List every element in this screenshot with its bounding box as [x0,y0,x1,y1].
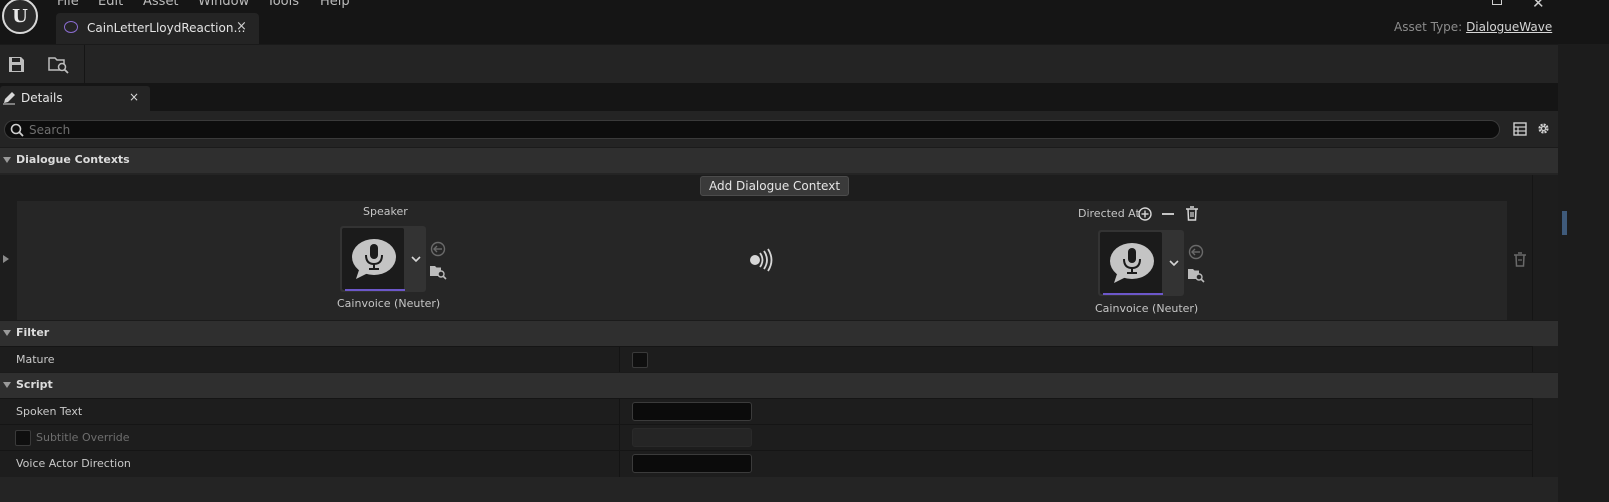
use-selected-asset-icon[interactable] [430,241,446,257]
section-title: Dialogue Contexts [16,153,130,166]
directed-at-header: Directed At [1078,207,1140,220]
maximize-icon[interactable] [1492,0,1502,5]
search-input[interactable] [29,121,1429,138]
expand-arrow-icon[interactable] [3,255,9,263]
property-row-subtitle-override: Subtitle Override [0,424,1532,450]
menu-edit[interactable]: Edit [98,0,123,9]
settings-gear-icon[interactable] [1536,121,1551,136]
delete-context-icon[interactable] [1513,252,1527,267]
details-tab-label: Details [21,91,63,105]
asset-type-underline [345,289,405,291]
details-close-icon[interactable]: × [129,90,139,104]
remove-minus-icon[interactable] [1161,207,1175,221]
voice-actor-direction-field[interactable] [632,454,752,473]
collapse-arrow-icon[interactable] [3,382,11,388]
property-row-voice-actor-direction: Voice Actor Direction [0,450,1532,477]
column-divider [619,399,620,424]
collapse-arrow-icon[interactable] [3,330,11,336]
column-divider [619,347,620,372]
search-box[interactable] [4,120,1500,139]
add-dialogue-context-button[interactable]: Add Dialogue Context [700,176,849,196]
toolbar-separator [84,45,85,84]
browse-to-asset-icon[interactable] [48,55,70,75]
property-row-spoken-text: Spoken Text [0,398,1532,424]
asset-type-link[interactable]: DialogueWave [1466,20,1552,34]
speaker-name: Cainvoice (Neuter) [337,297,441,310]
trash-icon[interactable] [1185,206,1199,221]
pencil-icon [3,92,15,105]
browse-asset-icon[interactable] [429,264,447,280]
subtitle-override-label: Subtitle Override [36,431,130,444]
asset-type-indicator: Asset Type: DialogueWave [1394,20,1552,34]
toolbar [0,44,1558,84]
chevron-down-icon[interactable] [406,226,426,292]
spoken-text-label: Spoken Text [16,405,83,418]
row-gutter [1532,398,1558,477]
details-tab[interactable]: Details × [0,86,150,111]
section-title: Filter [16,326,50,339]
use-selected-asset-icon[interactable] [1188,244,1204,260]
menu-file[interactable]: File [57,0,79,9]
directed-at-asset-picker[interactable] [1098,230,1184,296]
collapse-arrow-icon[interactable] [3,157,11,163]
section-dialogue-contexts[interactable]: Dialogue Contexts [0,147,1558,173]
scrollbar-thumb[interactable] [1562,211,1567,235]
microphone-icon [352,239,396,279]
panel-footer [0,477,1558,502]
menu-help[interactable]: Help [320,0,350,9]
subtitle-override-field [632,428,752,447]
details-tab-bar: Details × [0,83,1558,111]
column-divider [619,451,620,477]
asset-tab[interactable]: CainLetterLloydReaction… × [56,13,259,44]
chevron-down-icon[interactable] [1164,230,1184,296]
spoken-text-field[interactable] [632,402,752,421]
search-icon [10,123,24,137]
microphone-icon [1110,243,1154,283]
property-matrix-icon[interactable] [1513,122,1527,136]
right-dock [1558,44,1609,502]
section-script[interactable]: Script [0,372,1558,398]
speaker-asset-picker[interactable] [340,226,426,292]
save-icon[interactable] [8,56,25,73]
mature-checkbox[interactable] [632,352,648,368]
speaker-header: Speaker [363,205,408,218]
add-plus-icon[interactable] [1138,207,1152,221]
column-divider [619,425,620,450]
voice-actor-direction-label: Voice Actor Direction [16,457,131,470]
property-row-mature: Mature [0,346,1532,372]
directed-at-name: Cainvoice (Neuter) [1095,302,1199,315]
tab-close-icon[interactable]: × [236,19,247,34]
section-filter[interactable]: Filter [0,320,1558,346]
browse-asset-icon[interactable] [1187,267,1205,283]
speaker-thumbnail [342,228,405,291]
column-divider [1532,175,1533,321]
speaking-icon [750,248,773,272]
menu-asset[interactable]: Asset [143,0,179,9]
directed-at-thumbnail [1100,232,1163,295]
dialogue-wave-icon [64,21,78,33]
asset-tab-label: CainLetterLloydReaction… [87,21,246,35]
section-title: Script [16,378,53,391]
row-gutter [1532,346,1558,372]
mature-label: Mature [16,353,55,366]
window-close-icon[interactable]: ✕ [1532,0,1545,12]
asset-type-underline [1103,293,1163,295]
menu-tools[interactable]: Tools [267,0,299,9]
asset-type-label: Asset Type: [1394,20,1463,34]
minimize-icon[interactable]: – [1452,0,1459,7]
subtitle-override-checkbox[interactable] [15,430,31,446]
menu-window[interactable]: Window [198,0,249,9]
